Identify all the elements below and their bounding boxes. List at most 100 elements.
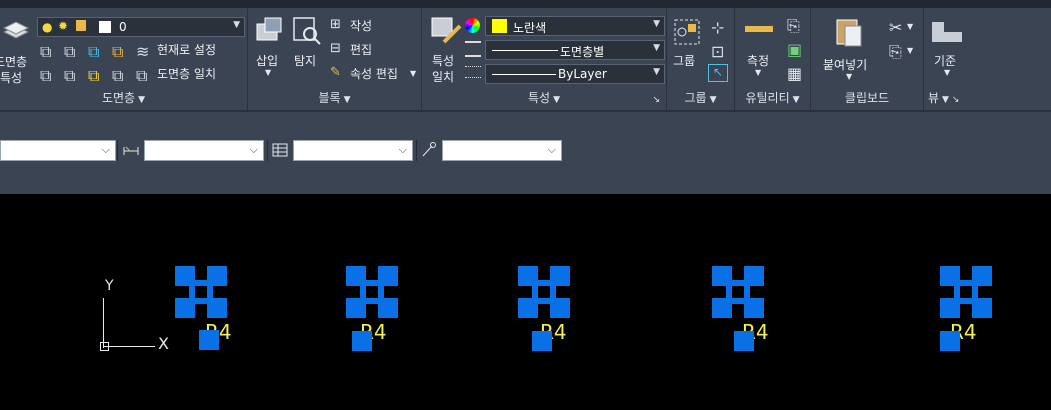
layer-tool-icon[interactable]: ⧉ [40,42,51,62]
ruler-icon [745,26,773,32]
layer-tool-icon[interactable]: ⧉ [40,66,51,86]
group-icon [674,19,700,45]
layer-properties-label2: 특성 [0,71,23,85]
copy-icon[interactable]: ⎘ [889,42,902,62]
layer-tool-icon[interactable]: ⧉ [64,42,75,62]
chevron-down-icon[interactable]: ▼ [410,69,416,78]
layer-tool-icon[interactable]: ⧉ [88,66,99,86]
block-reference[interactable]: R4 [712,266,770,354]
bulb-icon: ● [42,20,53,34]
select-all-icon[interactable]: ▣ [787,40,802,59]
magnifier-icon [293,17,321,45]
edit-attributes-button[interactable]: 속성 편집 [350,65,398,82]
insertion-grip[interactable] [734,331,754,351]
toolbar-dropdown-2[interactable]: ⌵ [144,140,264,161]
line-sample [492,50,558,51]
color-dropdown[interactable]: 노란색 ▼ [485,16,665,36]
chevron-down-icon: ▼ [653,43,660,53]
chevron-down-icon: ▼ [944,68,951,77]
layer-properties-label1: 도면층 [0,55,28,69]
ribbon: 도면층 특성 ● ✹ 0 ▼ ⧉ ⧉ ⧉ ⧉ ≋ 현재로 설정 ⧉ ⧉ ⧉ ⧉ … [0,0,1051,111]
edit-attributes-icon: ✎ [330,65,341,80]
search-block-button[interactable]: 탐지 [290,14,324,82]
match-properties-button[interactable]: 특성 일치 [426,14,466,84]
dialog-launcher-icon[interactable]: ↘ [652,95,660,105]
quick-select-icon[interactable]: ⎘ [787,16,800,36]
toolbar-dropdown-4[interactable]: ⌵ [442,140,562,161]
block-edge [532,279,538,305]
lineweight-dropdown[interactable]: ByLayer ▼ [485,64,665,84]
block-panel-title[interactable]: 블록 ▼ [248,89,421,106]
ucs-origin-box [100,342,109,351]
group-edit-icon[interactable]: ⊡ [711,42,724,61]
block-edge [972,279,978,305]
insert-button[interactable]: 삽입 ▼ [252,14,286,82]
group-button[interactable]: 그룹 [671,16,703,78]
utilities-panel-title[interactable]: 유틸리티 ▼ [735,89,810,106]
linetype-icon [465,41,481,57]
utilities-panel: 측정 ▼ ⎘ ▣ ▦ 유틸리티 ▼ [735,8,811,110]
create-block-icon: ⊞ [330,17,341,32]
toolbar-dropdown-1[interactable]: ⌵ [0,140,116,161]
measure-button[interactable]: 측정 ▼ [741,18,777,78]
chevron-down-icon: ▼ [265,68,272,77]
block-reference[interactable]: R4 [518,266,576,354]
block-reference[interactable]: R4 [175,266,233,354]
chevron-down-icon: ▼ [755,68,762,77]
properties-panel-title[interactable]: 특성 ▼ [422,89,666,106]
layer-dropdown[interactable]: ● ✹ 0 ▼ [37,17,245,37]
block-panel: 삽입 ▼ 탐지 ⊞ 작성 ⊟ 편집 ✎ 속성 편집 ▼ 블록 ▼ [248,8,422,110]
base-view-button[interactable]: 기준 ▼ [928,18,968,78]
block-edge [550,279,556,305]
chevron-down-icon: ▼ [653,19,660,29]
sun-icon: ✹ [58,19,69,33]
layers-panel: 도면층 특성 ● ✹ 0 ▼ ⧉ ⧉ ⧉ ⧉ ≋ 현재로 설정 ⧉ ⧉ ⧉ ⧉ … [0,8,248,110]
lineweight-icon [465,66,481,78]
insertion-grip[interactable] [352,331,372,351]
group-select-icon[interactable]: ↖ [708,64,728,82]
layer-tool-icon[interactable]: ⧉ [112,42,123,62]
view-panel: 기준 ▼ 뷰 ▼ ↘ [924,8,984,110]
chevron-down-icon: ⌵ [101,143,110,156]
line-sample [492,74,556,75]
ungroup-icon[interactable]: ⊹ [711,18,724,37]
clipboard-panel: 붙여넣기 ▼ ✂ ▼ ⎘ ▼ 클립보드 [811,8,924,110]
block-reference[interactable]: R4 [940,266,998,354]
groups-panel-title[interactable]: 그룹 ▼ [667,89,734,106]
chevron-down-icon: ▼ [846,72,853,81]
ucs-x-axis [103,346,155,347]
make-current-button[interactable]: 현재로 설정 [157,41,216,58]
chevron-down-icon[interactable]: ▼ [907,46,913,55]
chevron-down-icon: ▼ [233,20,240,30]
calculator-icon[interactable]: ▦ [787,64,802,83]
toolbar-separator [416,140,417,161]
insertion-grip[interactable] [532,331,552,351]
toolbar-dropdown-3[interactable]: ⌵ [293,140,413,161]
block-reference[interactable]: R4 [346,266,404,354]
insert-block-icon [256,17,282,41]
insertion-grip[interactable] [199,330,219,350]
insertion-grip[interactable] [940,331,960,351]
edit-block-button[interactable]: 편집 [350,41,372,58]
linetype-dropdown[interactable]: 도면층별 ▼ [485,40,665,60]
chevron-down-icon[interactable]: ▼ [907,22,913,31]
color-swatch-yellow [492,19,507,33]
layer-tool-icon[interactable]: ⧉ [64,66,75,86]
make-current-icon: ≋ [136,42,150,61]
create-block-button[interactable]: 작성 [350,17,372,34]
chevron-down-icon: ▼ [653,67,660,77]
drawing-canvas[interactable]: Y X R4 R4 R4 R4 [0,194,1051,410]
table-style-icon [272,143,288,157]
layer-tool-icon[interactable]: ⧉ [88,42,99,62]
layer-properties-button[interactable]: 도면층 특성 [0,16,34,86]
layer-tool-icon[interactable]: ⧉ [112,66,123,86]
cut-icon[interactable]: ✂ [889,18,902,37]
toolbar-separator [267,140,268,161]
layers-panel-title[interactable]: 도면층 ▼ [0,89,247,106]
lock-icon [76,20,86,31]
view-panel-title[interactable]: 뷰 ▼ ↘ [928,89,984,106]
properties-panel: 특성 일치 노란색 ▼ 도면층별 ▼ ByLayer ▼ 특성 ▼ ↘ [422,8,667,110]
match-layer-button[interactable]: 도면층 일치 [157,65,216,82]
paste-button[interactable]: 붙여넣기 ▼ [819,14,879,81]
clipboard-panel-title[interactable]: 클립보드 [811,89,923,106]
